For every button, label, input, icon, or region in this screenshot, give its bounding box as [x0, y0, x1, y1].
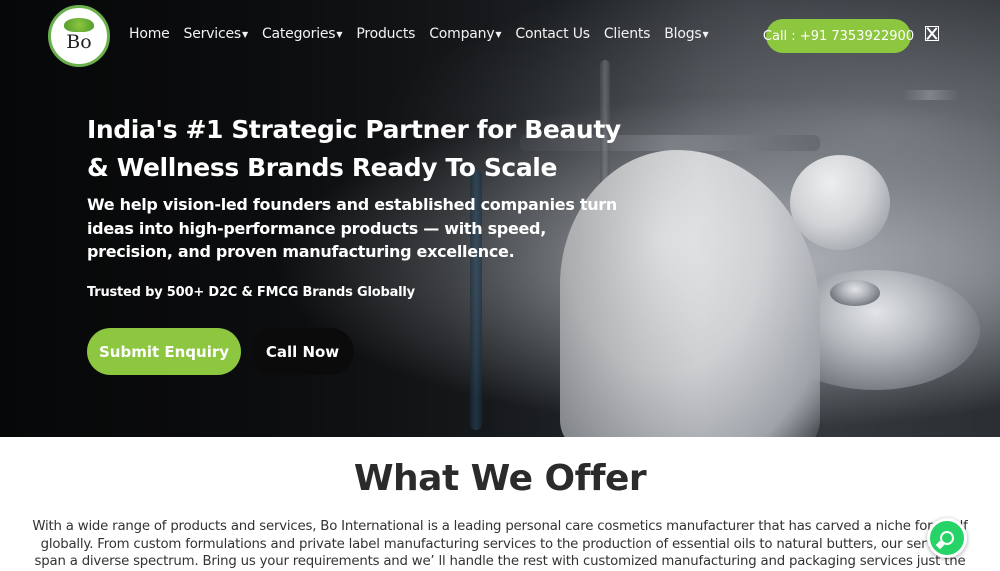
call-now-button[interactable]: Call Now	[251, 328, 354, 375]
hero-lead-text: We help vision-led founders and establis…	[87, 195, 617, 261]
caret-down-icon: ▼	[702, 29, 709, 39]
caret-down-icon: ▼	[241, 29, 248, 39]
close-icon[interactable]	[925, 26, 939, 41]
section-description: With a wide range of products and servic…	[32, 519, 968, 569]
hero-heading: India's #1 Strategic Partner for Beauty …	[87, 115, 621, 182]
main-menu: Home Services▼ Categories▼ Products Comp…	[129, 26, 722, 42]
hero-banner: Bo Home Services▼ Categories▼ Products C…	[0, 0, 1000, 437]
nav-item-clients[interactable]: Clients	[603, 26, 651, 42]
section-title: What We Offer	[353, 458, 647, 499]
nav-item-label: Company	[429, 26, 495, 42]
nav-item-label: Home	[129, 26, 170, 42]
tree-icon	[64, 17, 94, 32]
whatsapp-icon	[940, 531, 954, 545]
caret-down-icon: ▼	[336, 29, 343, 39]
nav-item-label: Blogs	[664, 26, 702, 42]
logo-text: Bo	[66, 30, 92, 53]
top-navigation: Bo Home Services▼ Categories▼ Products C…	[0, 0, 1000, 72]
nav-item-label: Categories	[261, 26, 336, 42]
call-phone-button[interactable]: Call : +91 7353922900	[763, 19, 914, 53]
nav-item-label: Contact Us	[515, 26, 590, 42]
nav-item-blogs[interactable]: Blogs▼	[664, 26, 708, 42]
whatsapp-button[interactable]	[927, 518, 967, 558]
nav-item-services[interactable]: Services▼	[183, 26, 249, 42]
nav-item-label: Clients	[603, 26, 651, 42]
nav-item-products[interactable]: Products	[356, 26, 415, 42]
nav-item-label: Products	[356, 26, 416, 42]
nav-item-home[interactable]: Home	[129, 26, 170, 42]
brand-logo[interactable]: Bo	[48, 5, 110, 67]
nav-item-contact-us[interactable]: Contact Us	[515, 26, 590, 42]
nav-item-categories[interactable]: Categories▼	[261, 26, 343, 42]
nav-item-company[interactable]: Company▼	[429, 26, 501, 42]
trusted-by-text: Trusted by 500+ D2C & FMCG Brands Global…	[87, 285, 415, 300]
caret-down-icon: ▼	[495, 29, 502, 39]
submit-enquiry-button[interactable]: Submit Enquiry	[87, 328, 241, 375]
nav-item-label: Services	[183, 26, 242, 42]
